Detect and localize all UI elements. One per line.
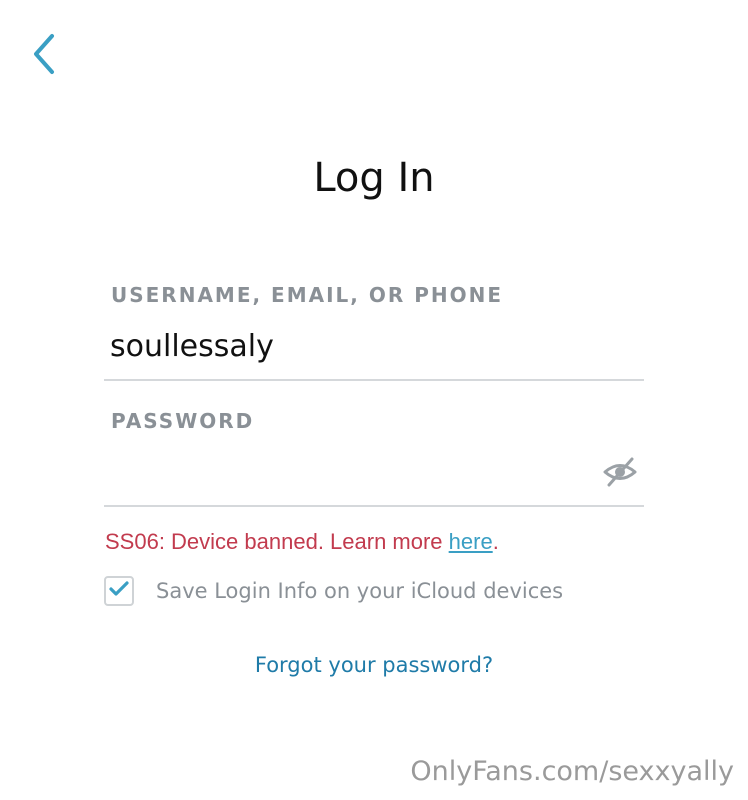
save-login-option[interactable]: Save Login Info on your iCloud devices: [104, 574, 563, 608]
watermark-text: OnlyFans.com/sexxyally: [410, 756, 734, 787]
username-input[interactable]: [110, 327, 590, 367]
username-underline: [104, 379, 644, 381]
back-button[interactable]: [22, 32, 66, 80]
learn-more-link[interactable]: here: [449, 529, 493, 554]
page-title: Log In: [313, 155, 435, 201]
username-field: USERNAME, EMAIL, OR PHONE: [104, 282, 644, 382]
password-field: PASSWORD: [104, 408, 644, 508]
chevron-left-icon: [32, 33, 56, 79]
save-login-label: Save Login Info on your iCloud devices: [156, 579, 564, 603]
checkmark-icon: [109, 581, 129, 601]
username-label: USERNAME, EMAIL, OR PHONE: [111, 283, 504, 307]
error-text: SS06: Device banned. Learn more: [105, 529, 449, 554]
forgot-password-link[interactable]: Forgot your password?: [0, 650, 748, 680]
password-underline: [104, 505, 644, 507]
save-login-checkbox[interactable]: [104, 576, 134, 606]
password-visibility-toggle[interactable]: [600, 456, 640, 492]
password-input[interactable]: [110, 453, 590, 493]
eye-slash-icon: [602, 457, 638, 491]
password-label: PASSWORD: [111, 409, 255, 433]
error-message: SS06: Device banned. Learn more here.: [105, 528, 499, 556]
error-suffix: .: [492, 529, 499, 554]
